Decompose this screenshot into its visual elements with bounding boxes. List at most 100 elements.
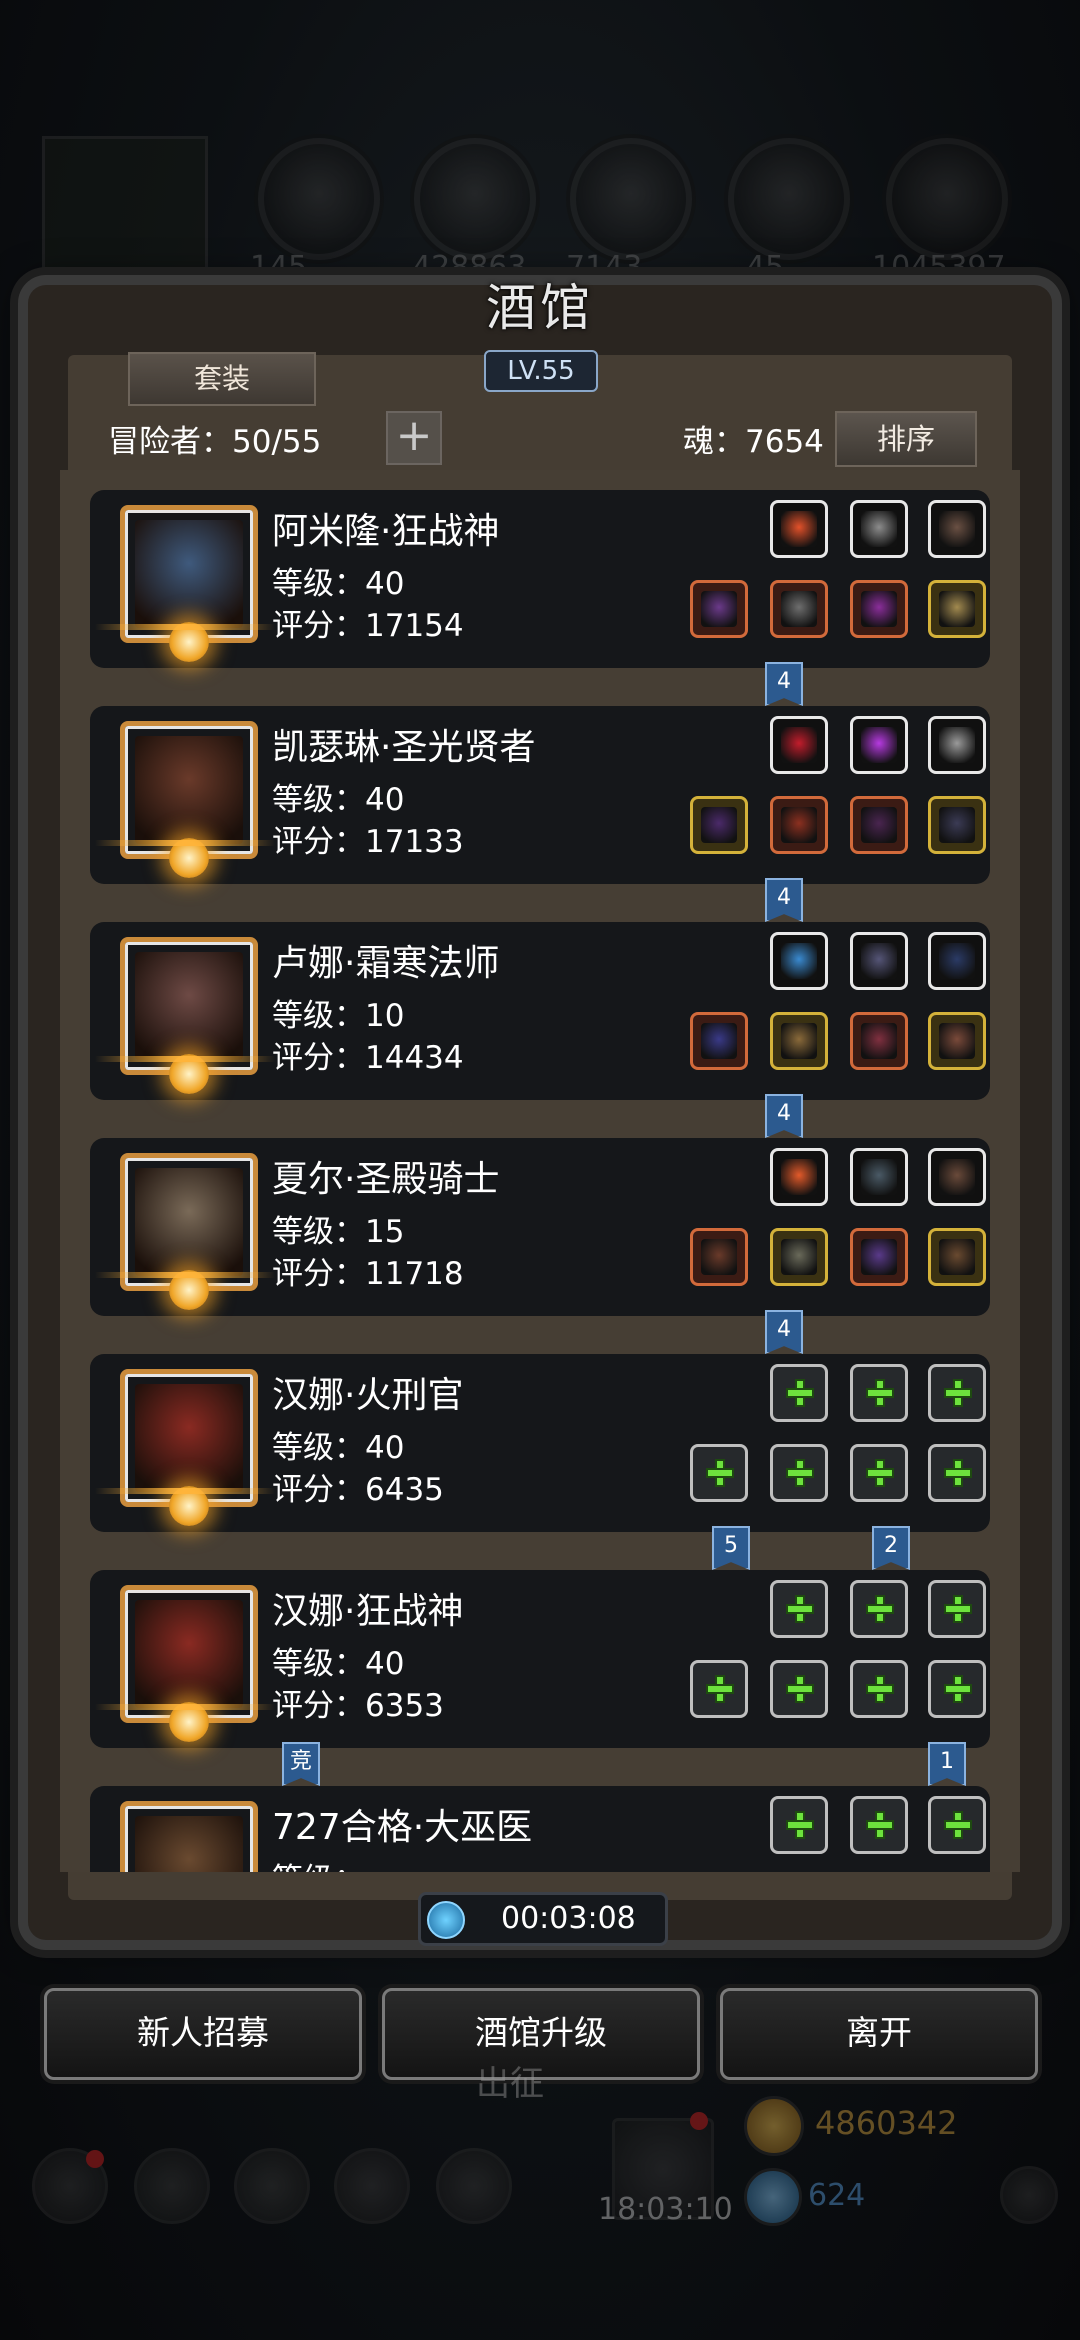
hero-name: 阿米隆·狂战神 [272, 511, 500, 552]
timer-bar: 00:03:08 [418, 1892, 668, 1946]
hero-avatar[interactable] [120, 505, 258, 662]
slot-count-tag: 1 [928, 1742, 966, 1786]
equip-slot[interactable] [770, 796, 828, 854]
equip-slot[interactable] [850, 796, 908, 854]
hero-card[interactable]: 汉娜·狂战神 等级：40 评分：6353 [90, 1570, 990, 1748]
add-currency-icon [1000, 2166, 1058, 2224]
resource-value: 1045397 [872, 250, 1006, 285]
hero-name: 727合格·大巫医 [272, 1807, 533, 1848]
hero-score: 评分：17154 [272, 608, 464, 644]
hero-card[interactable]: 卢娜·霜寒法师 等级：10 评分：14434 [90, 922, 990, 1100]
empty-equip-slot[interactable] [770, 1796, 828, 1854]
empty-equip-slot[interactable] [928, 1796, 986, 1854]
empty-equip-slot[interactable] [928, 1660, 986, 1718]
hero-score: 评分：6353 [272, 1688, 444, 1724]
recruit-button[interactable]: 新人招募 [44, 1988, 362, 2080]
hero-name: 夏尔·圣殿骑士 [272, 1159, 500, 1200]
equip-slot[interactable] [928, 580, 986, 638]
equipment-icon [939, 727, 975, 763]
leave-button[interactable]: 离开 [720, 1988, 1038, 2080]
empty-equip-slot[interactable] [770, 1364, 828, 1422]
hero-list[interactable]: 阿米隆·狂战神 等级：40 评分：17154 凯瑟琳·圣光贤者 等级：40 评分：1713… [60, 470, 1020, 1872]
resource-bar: 145 428863 7143 45 1045397 [0, 130, 1080, 285]
equip-slot[interactable] [928, 1228, 986, 1286]
hero-avatar[interactable] [120, 1153, 258, 1310]
clock-text: 18:03:10 [598, 2192, 733, 2227]
add-icon [788, 1461, 812, 1485]
equip-slot[interactable] [770, 1148, 828, 1206]
equipment-icon [861, 511, 897, 547]
equip-slot[interactable] [690, 580, 748, 638]
hero-avatar[interactable] [120, 1801, 258, 1872]
equip-slot[interactable] [690, 1228, 748, 1286]
hero-avatar[interactable] [120, 721, 258, 878]
equip-slot[interactable] [928, 1148, 986, 1206]
add-icon [946, 1813, 970, 1837]
empty-equip-slot[interactable] [928, 1364, 986, 1422]
wood-icon [414, 138, 536, 260]
hero-level: 等级：10 [272, 998, 405, 1034]
equip-slot[interactable] [690, 1012, 748, 1070]
add-icon [868, 1597, 892, 1621]
equip-slot[interactable] [928, 716, 986, 774]
sort-button[interactable]: 排序 [835, 411, 977, 467]
equip-slot[interactable] [850, 1012, 908, 1070]
hero-portrait-image [135, 952, 243, 1060]
empty-equip-slot[interactable] [770, 1660, 828, 1718]
add-icon [868, 1381, 892, 1405]
slot-count-tag: 竞 [282, 1742, 320, 1786]
add-capacity-button[interactable]: + [386, 411, 442, 465]
empty-equip-slot[interactable] [850, 1580, 908, 1638]
hero-level: 等级：40 [272, 782, 405, 818]
equip-slot[interactable] [770, 500, 828, 558]
hero-name: 卢娜·霜寒法师 [272, 943, 500, 984]
soul-count: 魂：7654 [683, 424, 824, 460]
equip-slot[interactable] [770, 932, 828, 990]
empty-equip-slot[interactable] [690, 1444, 748, 1502]
equip-slot[interactable] [850, 500, 908, 558]
empty-equip-slot[interactable] [850, 1796, 908, 1854]
equip-slot[interactable] [850, 1228, 908, 1286]
empty-equip-slot[interactable] [928, 1580, 986, 1638]
equip-slot[interactable] [850, 932, 908, 990]
hero-card[interactable]: 凯瑟琳·圣光贤者 等级：40 评分：17133 [90, 706, 990, 884]
empty-equip-slot[interactable] [850, 1444, 908, 1502]
equip-slot[interactable] [770, 580, 828, 638]
empty-equip-slot[interactable] [690, 1660, 748, 1718]
crystal-icon [728, 138, 850, 260]
equipment-icon [781, 591, 817, 627]
equipment-icon [781, 1159, 817, 1195]
equip-slot[interactable] [770, 1228, 828, 1286]
hero-avatar[interactable] [120, 1369, 258, 1526]
hero-card[interactable]: 夏尔·圣殿骑士 等级：15 评分：11718 [90, 1138, 990, 1316]
equip-slot[interactable] [850, 716, 908, 774]
equipment-icon [781, 807, 817, 843]
equip-slot[interactable] [770, 716, 828, 774]
equipment-icon [861, 1023, 897, 1059]
hero-avatar[interactable] [120, 937, 258, 1094]
rank-flare [95, 840, 275, 846]
equip-slot[interactable] [770, 1012, 828, 1070]
equip-slot[interactable] [928, 1012, 986, 1070]
empty-equip-slot[interactable] [850, 1364, 908, 1422]
hero-card[interactable]: 阿米隆·狂战神 等级：40 评分：17154 [90, 490, 990, 668]
empty-equip-slot[interactable] [770, 1580, 828, 1638]
equipment-icon [781, 1239, 817, 1275]
add-icon [708, 1461, 732, 1485]
hero-portrait-image [135, 520, 243, 628]
equip-slot[interactable] [850, 1148, 908, 1206]
equip-slot[interactable] [928, 500, 986, 558]
empty-equip-slot[interactable] [850, 1660, 908, 1718]
equip-slot[interactable] [850, 580, 908, 638]
hero-portrait-image [135, 1816, 243, 1872]
iron-icon [570, 138, 692, 260]
hero-card[interactable]: 汉娜·火刑官 等级：40 评分：6435 [90, 1354, 990, 1532]
suit-button[interactable]: 套装 [128, 352, 316, 406]
empty-equip-slot[interactable] [928, 1444, 986, 1502]
hero-card[interactable]: 727合格·大巫医等级： [90, 1786, 990, 1872]
equip-slot[interactable] [928, 796, 986, 854]
empty-equip-slot[interactable] [770, 1444, 828, 1502]
equip-slot[interactable] [928, 932, 986, 990]
hero-avatar[interactable] [120, 1585, 258, 1742]
equip-slot[interactable] [690, 796, 748, 854]
